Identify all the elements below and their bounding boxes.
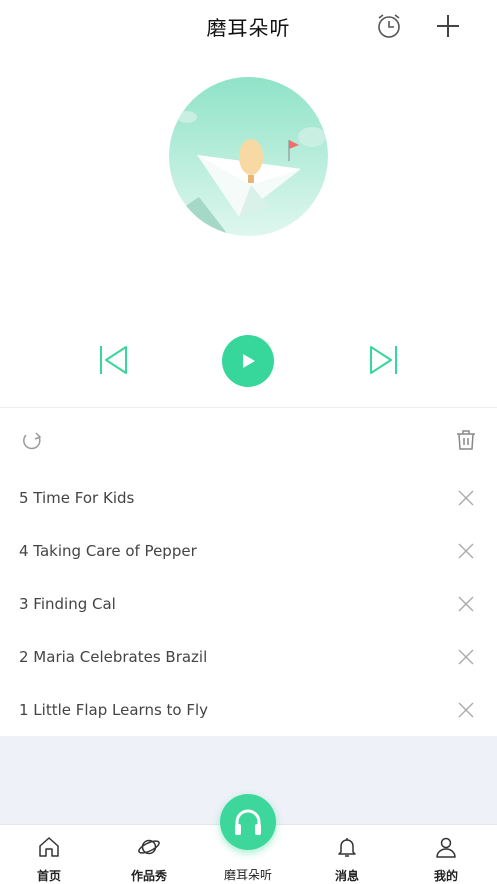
page-title: 磨耳朵听 xyxy=(206,16,291,40)
close-icon[interactable] xyxy=(458,596,474,612)
repeat-icon[interactable] xyxy=(20,428,44,452)
divider xyxy=(0,407,497,408)
trash-icon[interactable] xyxy=(454,428,478,452)
play-button[interactable] xyxy=(222,335,274,387)
list-item[interactable]: 4 Taking Care of Pepper xyxy=(0,525,497,578)
bell-icon xyxy=(338,838,356,857)
list-item[interactable]: 2 Maria Celebrates Brazil xyxy=(0,631,497,684)
tab-messages[interactable]: 消息 xyxy=(307,825,387,884)
tab-works[interactable]: 作品秀 xyxy=(109,825,189,884)
close-icon[interactable] xyxy=(458,649,474,665)
alarm-clock-icon[interactable] xyxy=(375,12,403,40)
user-icon xyxy=(436,837,456,858)
play-icon xyxy=(243,354,255,368)
list-item[interactable]: 3 Finding Cal xyxy=(0,578,497,631)
track-title: 3 Finding Cal xyxy=(19,595,116,613)
cover-illustration xyxy=(169,77,328,236)
album-cover xyxy=(169,77,328,236)
playlist: 5 Time For Kids 4 Taking Care of Pepper … xyxy=(0,472,497,737)
close-icon[interactable] xyxy=(458,490,474,506)
tab-home[interactable]: 首页 xyxy=(9,825,89,884)
tab-label: 我的 xyxy=(433,869,458,883)
list-item[interactable]: 1 Little Flap Learns to Fly xyxy=(0,684,497,737)
planet-icon xyxy=(138,839,160,855)
close-icon[interactable] xyxy=(458,543,474,559)
tab-label: 磨耳朵听 xyxy=(223,868,272,882)
tab-label: 消息 xyxy=(334,869,359,883)
list-item[interactable]: 5 Time For Kids xyxy=(0,472,497,525)
tab-label: 作品秀 xyxy=(130,869,167,883)
header: 磨耳朵听 xyxy=(0,0,497,52)
track-title: 4 Taking Care of Pepper xyxy=(19,542,197,560)
track-title: 2 Maria Celebrates Brazil xyxy=(19,648,208,666)
plus-icon[interactable] xyxy=(434,12,462,40)
track-title: 1 Little Flap Learns to Fly xyxy=(19,701,209,719)
tab-me[interactable]: 我的 xyxy=(406,825,486,884)
track-title: 5 Time For Kids xyxy=(19,489,135,507)
player-controls xyxy=(0,330,497,392)
tab-label: 首页 xyxy=(36,869,61,883)
home-icon xyxy=(39,837,59,857)
skip-previous-icon[interactable] xyxy=(97,344,129,376)
close-icon[interactable] xyxy=(458,702,474,718)
headphones-icon xyxy=(235,809,261,835)
tab-listen[interactable] xyxy=(220,794,276,850)
playlist-toolbar xyxy=(0,425,497,455)
skip-next-icon[interactable] xyxy=(368,344,400,376)
